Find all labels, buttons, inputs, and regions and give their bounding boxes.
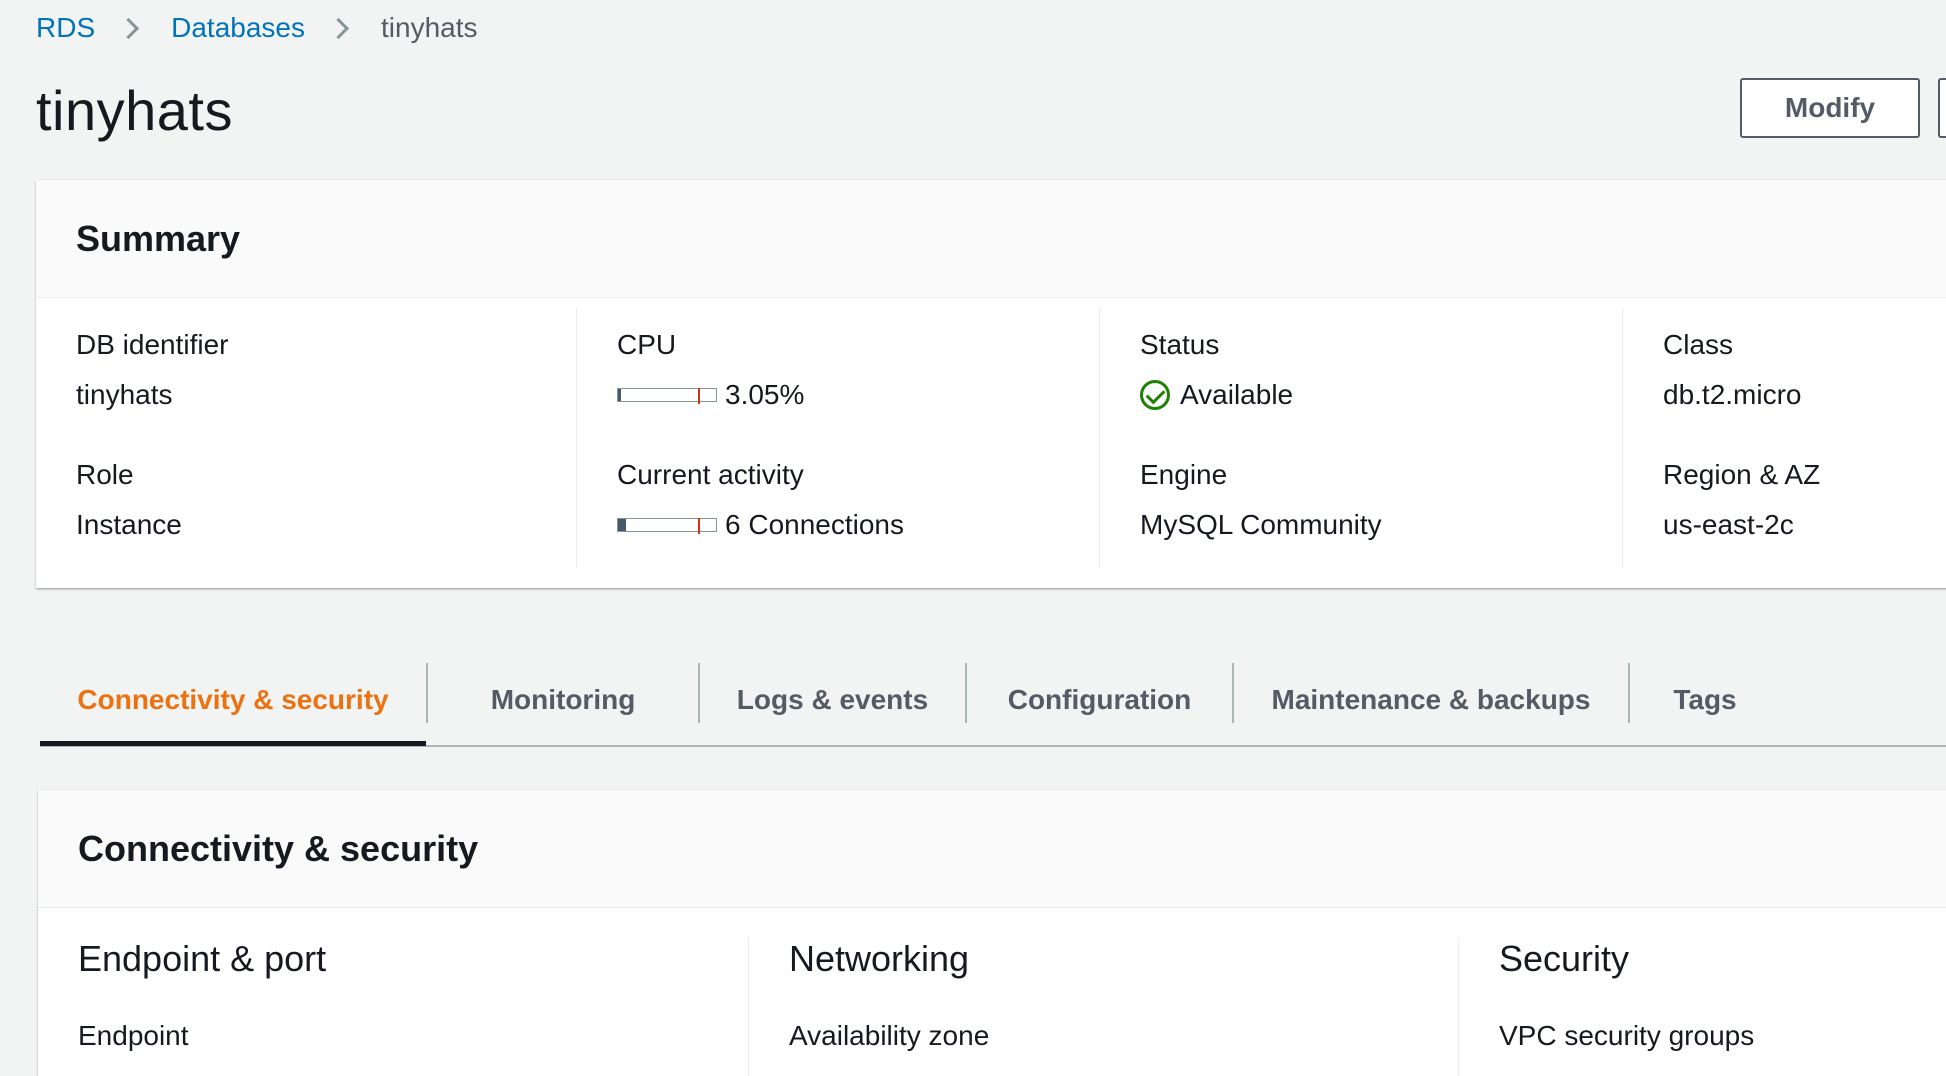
actions-button[interactable]: [1938, 78, 1946, 138]
connectivity-header: Connectivity & security: [38, 790, 1946, 908]
chevron-right-icon: [117, 14, 145, 42]
breadcrumb: RDS Databases tinyhats: [36, 10, 478, 46]
page-title: tinyhats: [36, 79, 233, 142]
connectivity-title: Connectivity & security: [78, 827, 479, 869]
activity-meter-threshold: [698, 518, 700, 534]
status-label: Status: [1140, 329, 1220, 360]
tab-logs-events[interactable]: Logs & events: [700, 655, 965, 745]
cpu-label: CPU: [617, 329, 677, 360]
active-tab-indicator: [40, 741, 426, 746]
activity-meter: [617, 518, 717, 534]
endpoint-port-heading: Endpoint & port: [78, 938, 327, 979]
summary-column-identifier: DB identifier tinyhats Role Instance: [36, 308, 576, 568]
db-identifier-value: tinyhats: [76, 379, 173, 410]
current-activity-label: Current activity: [617, 459, 804, 490]
cpu-meter-threshold: [698, 388, 700, 404]
summary-column-class: Class db.t2.micro Region & AZ us-east-2c: [1622, 308, 1946, 568]
current-activity-field: Current activity 6 Connections: [617, 458, 904, 542]
tab-connectivity-security[interactable]: Connectivity & security: [40, 655, 426, 745]
vpc-security-groups-label: VPC security groups: [1499, 1020, 1755, 1051]
breadcrumb-current: tinyhats: [381, 12, 478, 43]
db-identifier-label: DB identifier: [76, 329, 229, 360]
summary-column-status: Status Available Engine MySQL Community: [1099, 308, 1622, 568]
engine-label: Engine: [1140, 459, 1228, 490]
engine-value: MySQL Community: [1140, 509, 1382, 540]
cpu-field: CPU 3.05%: [617, 328, 804, 412]
security-heading: Security: [1499, 938, 1630, 979]
connectivity-body: Endpoint & port Endpoint Networking Avai…: [38, 908, 1946, 1076]
connectivity-security-panel: Connectivity & security Endpoint & port …: [38, 790, 1946, 1076]
tab-configuration[interactable]: Configuration: [967, 655, 1232, 745]
networking-heading: Networking: [789, 938, 970, 979]
breadcrumb-databases-link[interactable]: Databases: [171, 12, 305, 44]
class-label: Class: [1663, 329, 1734, 360]
role-label: Role: [76, 459, 134, 490]
summary-panel: Summary DB identifier tinyhats Role Inst…: [36, 180, 1946, 588]
role-value: Instance: [76, 509, 182, 540]
tab-tags[interactable]: Tags: [1630, 655, 1780, 745]
rds-database-detail-page: RDS Databases tinyhats tinyhats Modify S…: [0, 0, 1946, 1076]
availability-zone-label: Availability zone: [789, 1020, 990, 1051]
modify-button[interactable]: Modify: [1740, 78, 1920, 138]
engine-field: Engine MySQL Community: [1140, 458, 1382, 542]
summary-body: DB identifier tinyhats Role Instance CPU: [36, 298, 1946, 588]
detail-tabs: Connectivity & security Monitoring Logs …: [40, 655, 1946, 747]
region-az-field: Region & AZ us-east-2c: [1663, 458, 1820, 542]
class-value: db.t2.micro: [1663, 379, 1802, 410]
cpu-value: 3.05%: [725, 379, 805, 410]
check-circle-icon: [1140, 380, 1170, 410]
summary-title: Summary: [76, 217, 241, 259]
breadcrumb-rds-link[interactable]: RDS: [36, 12, 95, 44]
role-field: Role Instance: [76, 458, 182, 542]
security-section: Security VPC security groups: [1458, 938, 1946, 1076]
endpoint-port-section: Endpoint & port Endpoint: [38, 938, 748, 1076]
class-field: Class db.t2.micro: [1663, 328, 1802, 412]
region-az-value: us-east-2c: [1663, 509, 1794, 540]
cpu-meter-fill: [618, 389, 621, 401]
status-badge: Available: [1180, 379, 1294, 410]
summary-header: Summary: [36, 180, 1946, 298]
region-az-label: Region & AZ: [1663, 459, 1821, 490]
status-field: Status Available: [1140, 328, 1293, 412]
tab-maintenance-backups[interactable]: Maintenance & backups: [1234, 655, 1628, 745]
chevron-right-icon: [327, 14, 355, 42]
current-activity-value[interactable]: 6 Connections: [725, 508, 904, 542]
activity-meter-fill: [618, 519, 626, 531]
summary-column-metrics: CPU 3.05% Current activity 6 Connections: [576, 308, 1099, 568]
tab-monitoring[interactable]: Monitoring: [428, 655, 698, 745]
networking-section: Networking Availability zone: [748, 938, 1458, 1076]
endpoint-label: Endpoint: [78, 1020, 189, 1051]
db-identifier-field: DB identifier tinyhats: [76, 328, 229, 412]
cpu-meter: [617, 388, 717, 404]
